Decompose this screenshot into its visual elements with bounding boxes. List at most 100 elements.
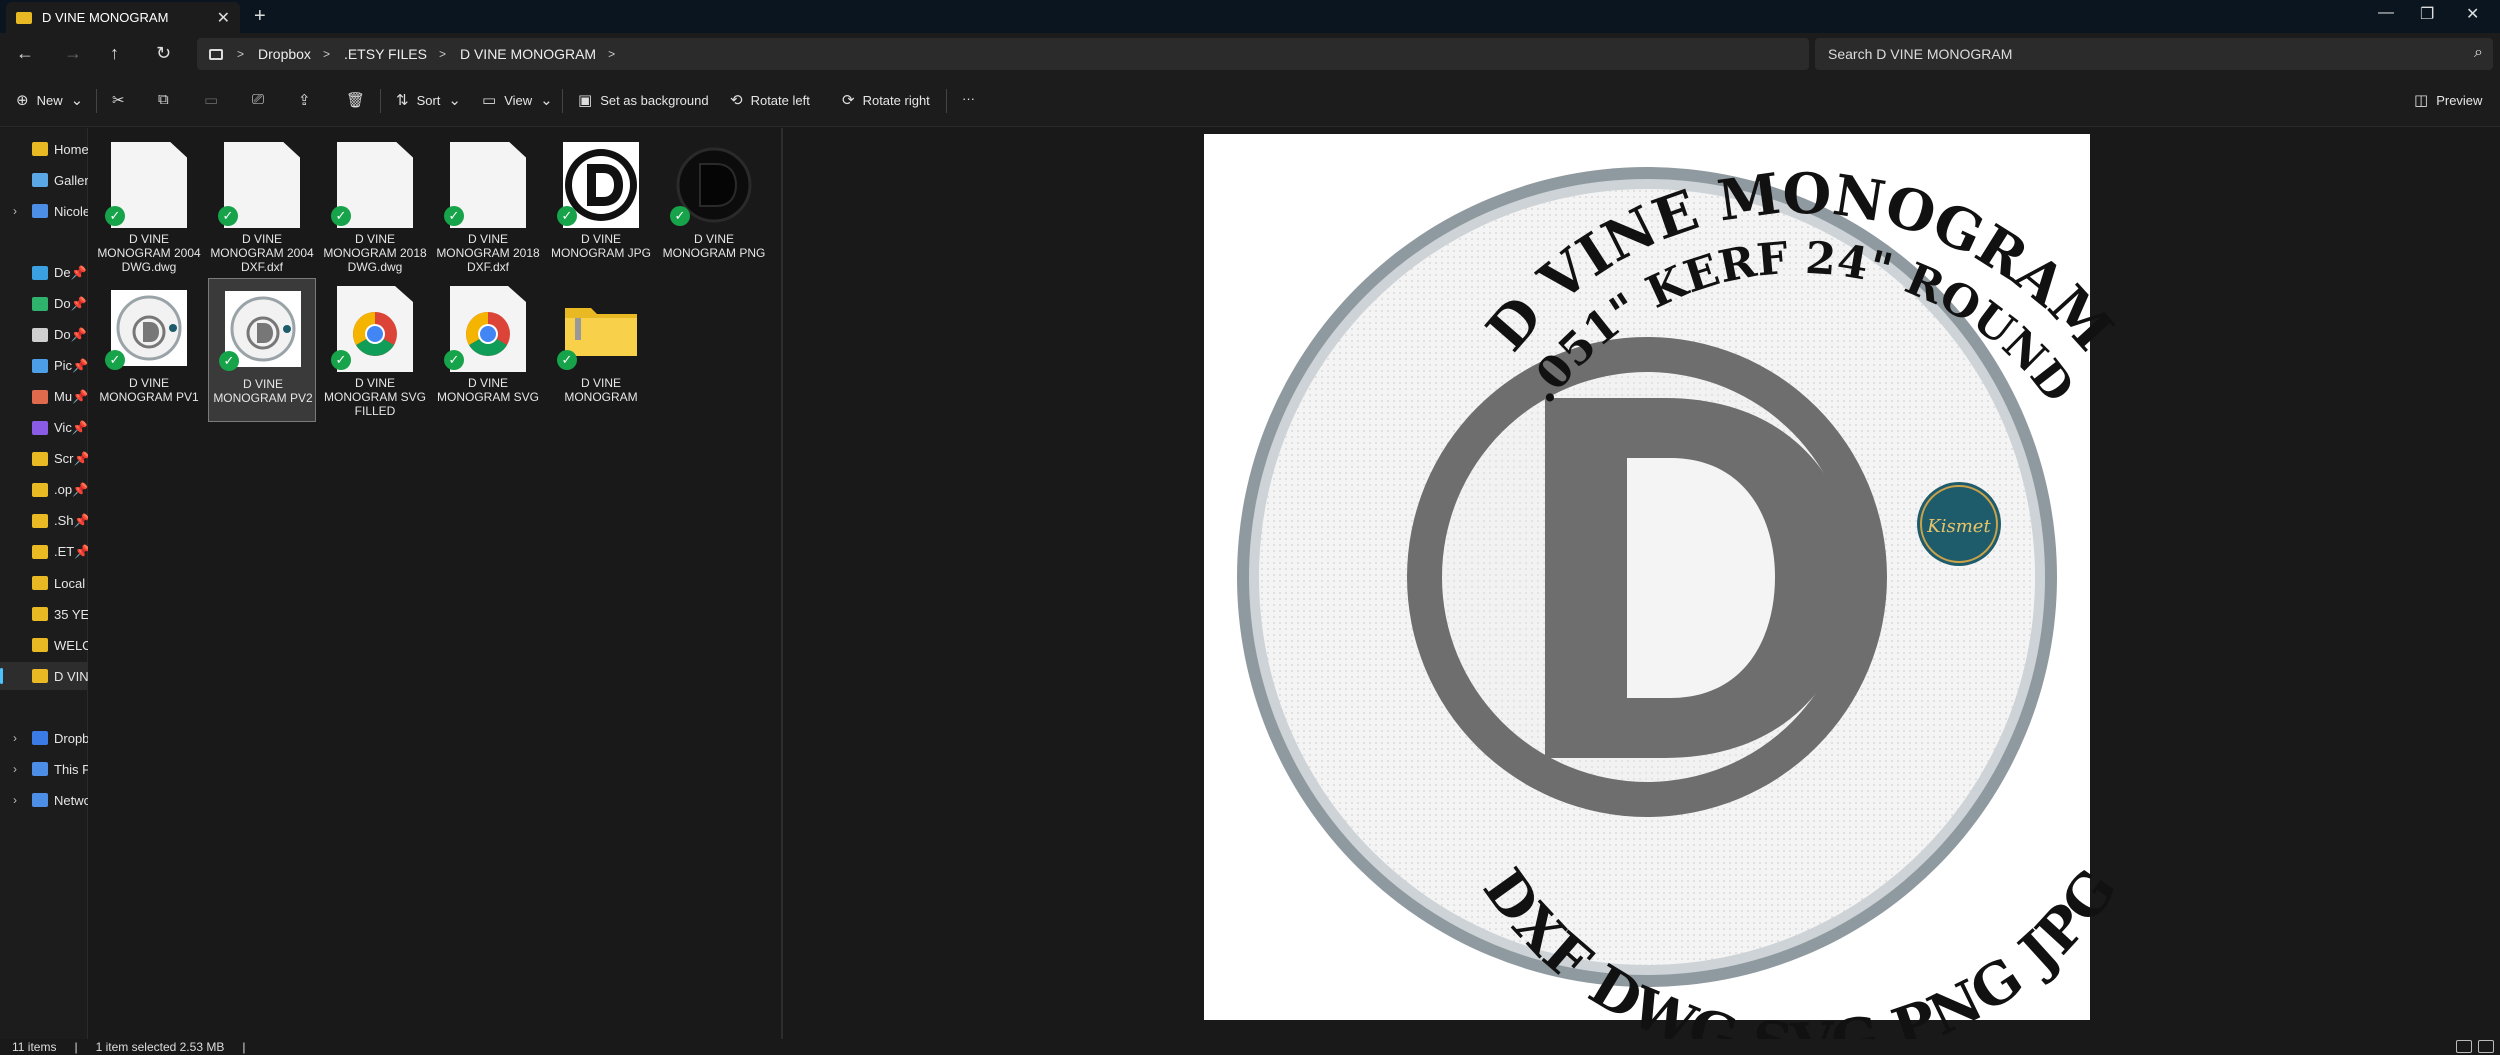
sidebar-item-icon: [32, 638, 48, 652]
file-item[interactable]: ✓ D VINE MONOGRAM: [547, 278, 655, 422]
sidebar-item-label: Pic📌: [54, 358, 88, 373]
sidebar-item-8[interactable]: Mu📌: [0, 383, 88, 411]
cut-button[interactable]: ✂: [112, 91, 125, 109]
chevron-down-icon: ⌄: [540, 92, 553, 109]
forward-arrow-icon[interactable]: →: [64, 43, 82, 64]
rotate-right-button[interactable]: ⟳ Rotate right: [842, 91, 930, 109]
file-name: D VINE MONOGRAM 2018 DXF.dxf: [436, 232, 540, 274]
status-separator: |: [74, 1040, 78, 1054]
desktop-icon: ▣: [578, 92, 593, 109]
sidebar-item-10[interactable]: Scr📌: [0, 445, 88, 473]
file-item[interactable]: ✓ D VINE MONOGRAM 2018 DXF.dxf: [434, 134, 542, 278]
copy-button[interactable]: ⧉: [158, 91, 169, 108]
back-arrow-icon[interactable]: ←: [16, 43, 34, 64]
rotate-left-button[interactable]: ⟲ Rotate left: [730, 91, 810, 109]
sidebar-item-19[interactable]: › This P: [0, 755, 88, 783]
sort-button[interactable]: ⇅ Sort ⌄: [396, 91, 461, 109]
computer-icon: [209, 48, 223, 60]
sync-check-icon: ✓: [331, 206, 351, 226]
close-window-button[interactable]: ✕: [2466, 4, 2479, 24]
preview-pane-button[interactable]: ◫ Preview: [2414, 91, 2482, 109]
expand-chevron-icon[interactable]: ›: [6, 762, 24, 776]
tiles-view-icon[interactable]: [2478, 1040, 2494, 1053]
file-item[interactable]: ✓ D VINE MONOGRAM PV1: [95, 278, 203, 422]
sidebar-item-13[interactable]: .ET📌: [0, 538, 88, 566]
sidebar-item-11[interactable]: .op📌: [0, 476, 88, 504]
divider: [96, 89, 97, 113]
maximize-button[interactable]: ❐: [2420, 4, 2434, 24]
sidebar-item-label: 35 YEA: [54, 606, 88, 622]
sidebar-item-5[interactable]: Do📌: [0, 290, 88, 318]
new-button[interactable]: ⊕ New ⌄: [16, 91, 83, 109]
address-bar[interactable]: > Dropbox > .ETSY FILES > D VINE MONOGRA…: [197, 38, 1809, 70]
sidebar-item-label: Netwo: [54, 792, 88, 808]
sidebar-item-6[interactable]: Do📌: [0, 321, 88, 349]
sidebar-item-label: Dropb: [54, 730, 88, 746]
rotate-left-icon: ⟲: [730, 92, 743, 109]
sidebar-item-18[interactable]: › Dropb: [0, 724, 88, 752]
sidebar-item-1[interactable]: Home: [0, 135, 88, 163]
sidebar-item-icon: [32, 669, 48, 683]
breadcrumb-etsy-files[interactable]: .ETSY FILES: [344, 46, 427, 62]
file-item[interactable]: ✓ D VINE MONOGRAM 2004 DWG.dwg: [95, 134, 203, 278]
delete-button[interactable]: 🗑: [346, 91, 365, 109]
new-tab-button[interactable]: +: [254, 5, 266, 28]
sidebar-item-12[interactable]: .Sh📌: [0, 507, 88, 535]
expand-chevron-icon[interactable]: ›: [6, 793, 24, 807]
set-as-background-button[interactable]: ▣ Set as background: [578, 91, 709, 109]
sidebar-item-label: Do📌: [54, 327, 87, 342]
expand-chevron-icon[interactable]: ›: [6, 204, 24, 218]
share-button[interactable]: ⇪: [298, 91, 311, 109]
paste-button[interactable]: ▭: [204, 91, 218, 109]
sidebar-item-4[interactable]: De📌: [0, 259, 88, 287]
divider: [380, 89, 381, 113]
sidebar-item-2[interactable]: Gallery: [0, 166, 88, 194]
minimize-button[interactable]: —: [2378, 4, 2394, 22]
rename-button[interactable]: ⎚: [252, 91, 264, 108]
file-item[interactable]: ✓ D VINE MONOGRAM SVG FILLED: [321, 278, 429, 422]
sync-check-icon: ✓: [557, 350, 577, 370]
title-bar: D VINE MONOGRAM ✕ + — ❐ ✕: [0, 0, 2500, 33]
sidebar-item-3[interactable]: › Nicole: [0, 197, 88, 225]
file-name: D VINE MONOGRAM JPG: [550, 232, 651, 260]
more-options-button[interactable]: ···: [962, 91, 975, 106]
sidebar-item-label: Vic📌: [54, 420, 88, 435]
sidebar-item-17[interactable]: D VIN: [0, 662, 88, 690]
preview-pane: Kismet D VINE MONOGRAM .051" KERF 24" RO…: [785, 128, 2500, 1055]
sidebar-item-label: D VIN: [54, 668, 88, 684]
file-item[interactable]: ✓ D VINE MONOGRAM PV2: [208, 278, 316, 422]
folder-icon: [16, 11, 32, 24]
sidebar-item-icon: [32, 576, 48, 590]
sidebar-item-14[interactable]: Local: [0, 569, 88, 597]
up-arrow-icon[interactable]: ↑: [110, 43, 119, 64]
refresh-icon[interactable]: ↻: [156, 43, 171, 64]
breadcrumb-dropbox[interactable]: Dropbox: [258, 46, 311, 62]
file-item[interactable]: ✓ D VINE MONOGRAM SVG: [434, 278, 542, 422]
sidebar-item-icon: [32, 731, 48, 745]
close-tab-icon[interactable]: ✕: [217, 8, 230, 28]
sidebar-item-icon: [32, 204, 48, 218]
sidebar-item-icon: [32, 173, 48, 187]
sidebar-item-9[interactable]: Vic📌: [0, 414, 88, 442]
sidebar-item-15[interactable]: 35 YEA: [0, 600, 88, 628]
sidebar-item-icon: [32, 421, 48, 435]
chevron-right-icon: >: [237, 47, 245, 61]
badge-text: Kismet: [1926, 516, 1991, 537]
file-name: D VINE MONOGRAM 2018 DWG.dwg: [323, 232, 427, 274]
file-item[interactable]: ✓ D VINE MONOGRAM JPG: [547, 134, 655, 278]
breadcrumb-d-vine-monogram[interactable]: D VINE MONOGRAM: [460, 46, 596, 62]
file-item[interactable]: ✓ D VINE MONOGRAM 2004 DXF.dxf: [208, 134, 316, 278]
search-placeholder: Search D VINE MONOGRAM: [1828, 46, 2013, 62]
search-input[interactable]: Search D VINE MONOGRAM ⌕: [1815, 38, 2493, 70]
sidebar-item-7[interactable]: Pic📌: [0, 352, 88, 380]
paste-icon: ▭: [204, 92, 219, 109]
sidebar-item-20[interactable]: › Netwo: [0, 786, 88, 814]
sync-check-icon: ✓: [105, 350, 125, 370]
tab-d-vine-monogram[interactable]: D VINE MONOGRAM ✕: [6, 2, 240, 33]
file-item[interactable]: ✓ D VINE MONOGRAM PNG: [660, 134, 768, 278]
file-item[interactable]: ✓ D VINE MONOGRAM 2018 DWG.dwg: [321, 134, 429, 278]
view-button[interactable]: ▭ View ⌄: [482, 91, 553, 109]
expand-chevron-icon[interactable]: ›: [6, 731, 24, 745]
sidebar-item-16[interactable]: WELC: [0, 631, 88, 659]
details-view-icon[interactable]: [2456, 1040, 2472, 1053]
